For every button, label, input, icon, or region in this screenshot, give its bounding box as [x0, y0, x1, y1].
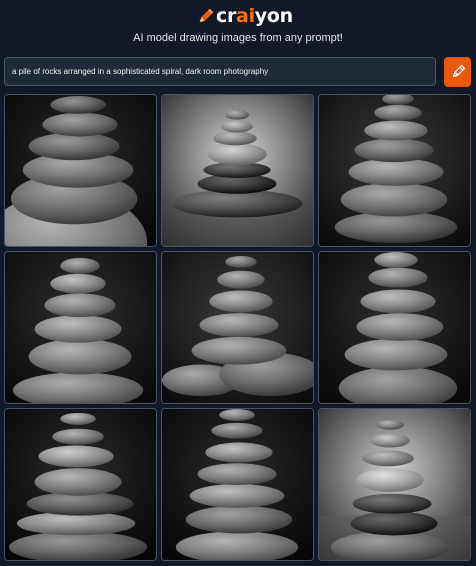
rock-stack-photo — [162, 95, 313, 246]
result-image-6[interactable] — [318, 251, 471, 404]
rock-stack-photo — [319, 409, 470, 560]
tagline: AI model drawing images from any prompt! — [133, 32, 343, 44]
rock-stack-photo — [319, 252, 470, 403]
logo-text-end: yon — [254, 5, 293, 27]
result-image-1[interactable] — [4, 94, 157, 247]
header: craiyon AI model drawing images from any… — [0, 0, 476, 56]
rock-stack-photo — [5, 95, 156, 246]
result-image-7[interactable] — [4, 408, 157, 561]
prompt-input[interactable]: a pile of rocks arranged in a sophistica… — [4, 57, 436, 86]
result-image-9[interactable] — [318, 408, 471, 561]
result-image-3[interactable] — [318, 94, 471, 247]
logo-text: craiyon — [216, 5, 293, 27]
rock-stack-photo — [162, 252, 313, 403]
result-image-5[interactable] — [161, 251, 314, 404]
rock-stack-photo — [5, 252, 156, 403]
result-image-8[interactable] — [161, 408, 314, 561]
logo-text-ai: ai — [236, 5, 255, 27]
result-image-4[interactable] — [4, 251, 157, 404]
rock-stack-photo — [319, 95, 470, 246]
craiyon-logo[interactable]: craiyon — [197, 5, 293, 27]
rock-stack-photo — [162, 409, 313, 560]
draw-button[interactable] — [444, 57, 471, 87]
result-image-2[interactable] — [161, 94, 314, 247]
pencil-icon — [452, 64, 465, 78]
logo-text-start: cr — [216, 5, 237, 27]
pencil-icon — [199, 8, 214, 23]
prompt-text[interactable]: a pile of rocks arranged in a sophistica… — [12, 58, 268, 85]
rock-stack-photo — [5, 409, 156, 560]
